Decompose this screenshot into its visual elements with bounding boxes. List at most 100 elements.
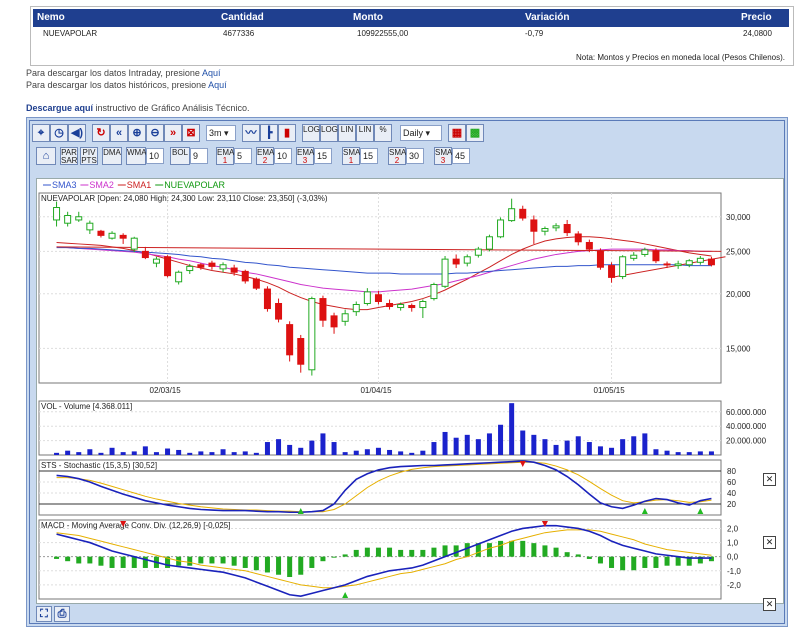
- price-axis-tick: 20,000: [726, 290, 751, 299]
- wma-period-input[interactable]: 10: [146, 148, 164, 164]
- lin-percent-button[interactable]: LIN: [356, 124, 374, 142]
- candle-body: [397, 303, 405, 309]
- fast-forward-icon[interactable]: »: [164, 124, 182, 142]
- period-select[interactable]: 3m ▾: [206, 125, 236, 141]
- zoom-in-icon[interactable]: ⊕: [128, 124, 146, 142]
- wma-button[interactable]: WMA: [126, 147, 147, 165]
- candle-body: [152, 258, 160, 264]
- ohlc-chart-icon[interactable]: ┣: [260, 124, 278, 142]
- candle-body: [241, 270, 249, 282]
- header-precio: Precio: [741, 12, 772, 23]
- candle-body: [208, 262, 216, 267]
- sma3-period-input[interactable]: 45: [452, 148, 470, 164]
- line-chart-icon[interactable]: 〰: [242, 124, 260, 142]
- ema2-button[interactable]: EMA 2: [256, 147, 274, 165]
- log-scale-button[interactable]: LOG: [302, 124, 320, 142]
- ema1-period-input[interactable]: 5: [234, 148, 252, 164]
- macd-histogram-bar: [309, 556, 315, 568]
- sma3-button[interactable]: SMA 3: [434, 147, 452, 165]
- macd-histogram-bar: [364, 547, 370, 557]
- speaker-icon[interactable]: ◀): [68, 124, 86, 142]
- candle-body: [519, 208, 527, 219]
- interval-select[interactable]: Daily ▾: [400, 125, 442, 141]
- candle-body: [352, 303, 360, 313]
- volume-bar: [109, 447, 115, 455]
- macd-histogram-bar: [231, 556, 237, 566]
- stochastic-axis-tick: 80: [727, 467, 736, 476]
- clock-icon[interactable]: ◷: [50, 124, 68, 142]
- bol-period-input[interactable]: 9: [190, 148, 208, 164]
- ema2-period-input[interactable]: 10: [274, 148, 292, 164]
- ema3-button[interactable]: EMA 3: [296, 147, 314, 165]
- sma2-button[interactable]: SMA 2: [388, 147, 406, 165]
- macd-histogram-bar: [54, 556, 60, 559]
- volume-bar: [142, 446, 148, 455]
- candle-body: [119, 234, 127, 239]
- macd-histogram-bar: [398, 549, 404, 557]
- intraday-download-line: Para descargar los datos Intraday, presi…: [26, 68, 220, 78]
- volume-bar: [420, 450, 426, 455]
- volume-bar: [453, 437, 459, 455]
- piv-pts-button[interactable]: PIV PTS: [80, 147, 98, 165]
- macd-panel: [38, 519, 722, 600]
- fit-screen-icon[interactable]: ⛶: [36, 606, 52, 622]
- technical-guide-text: instructivo de Gráfico Análisis Técnico.: [95, 103, 250, 113]
- volume-panel: [38, 400, 722, 456]
- ema3-period-input[interactable]: 15: [314, 148, 332, 164]
- table-header: Nemo Cantidad Monto Variación Precio: [33, 9, 789, 27]
- macd-histogram-bar: [420, 549, 426, 557]
- candle-body: [108, 232, 116, 239]
- price-axis-tick: 25,000: [726, 247, 751, 256]
- candle-body: [86, 222, 94, 231]
- volume-bar: [653, 449, 659, 455]
- reset-icon[interactable]: ⊠: [182, 124, 200, 142]
- candle-body: [474, 248, 482, 256]
- candle-body: [319, 298, 327, 321]
- volume-bar: [464, 434, 470, 455]
- technical-guide-link[interactable]: Descargue aquí: [26, 103, 93, 113]
- sma1-button[interactable]: SMA 1: [342, 147, 360, 165]
- historic-link[interactable]: Aquí: [208, 80, 227, 90]
- macd-axis-tick: 0,0: [727, 553, 739, 562]
- bol-button[interactable]: BOL: [170, 147, 190, 165]
- candle-body: [363, 291, 371, 304]
- candle-body: [663, 263, 671, 266]
- volume-bar: [375, 447, 381, 455]
- dma-button[interactable]: DMA: [102, 147, 122, 165]
- chart-widget: ⌖ ◷ ◀) ↻ « ⊕ ⊖ » ⊠ 3m ▾ 〰 ┣ ▮ LOG LOG LI…: [26, 117, 788, 627]
- candle-body: [707, 258, 715, 266]
- par-sar-button[interactable]: PAR SAR: [60, 147, 78, 165]
- ema1-button[interactable]: EMA 1: [216, 147, 234, 165]
- crosshair-icon[interactable]: ⌖: [32, 124, 50, 142]
- palette-icon[interactable]: ▩: [466, 124, 484, 142]
- percent-button[interactable]: %: [374, 124, 392, 142]
- candle-body: [130, 237, 138, 250]
- macd-close-icon[interactable]: ✕: [763, 598, 776, 611]
- candle-chart-icon[interactable]: ▮: [278, 124, 296, 142]
- candle-body: [97, 230, 105, 236]
- color-chart-icon[interactable]: ▦: [448, 124, 466, 142]
- volume-bar: [531, 434, 537, 455]
- sma2-period-input[interactable]: 30: [406, 148, 424, 164]
- zoom-out-icon[interactable]: ⊖: [146, 124, 164, 142]
- chart-image-icon[interactable]: ⌂: [36, 147, 56, 165]
- volume-close-icon[interactable]: ✕: [763, 473, 776, 486]
- refresh-icon[interactable]: ↻: [92, 124, 110, 142]
- sma1-period-input[interactable]: 15: [360, 148, 378, 164]
- candle-body: [563, 224, 571, 234]
- intraday-link[interactable]: Aquí: [202, 68, 221, 78]
- candle-body: [608, 265, 616, 278]
- lin-scale-button[interactable]: LIN: [338, 124, 356, 142]
- ema1-index: 1: [222, 156, 228, 165]
- rewind-icon[interactable]: «: [110, 124, 128, 142]
- stochastic-close-icon[interactable]: ✕: [763, 536, 776, 549]
- macd-histogram-bar: [609, 556, 615, 568]
- volume-bar: [609, 447, 615, 455]
- volume-bar: [398, 451, 404, 455]
- volume-bar: [475, 439, 481, 455]
- volume-bar: [198, 451, 204, 455]
- print-icon[interactable]: ⎙: [54, 606, 70, 622]
- log-percent-button[interactable]: LOG: [320, 124, 338, 142]
- candle-body: [386, 302, 394, 308]
- candle-body: [408, 305, 416, 309]
